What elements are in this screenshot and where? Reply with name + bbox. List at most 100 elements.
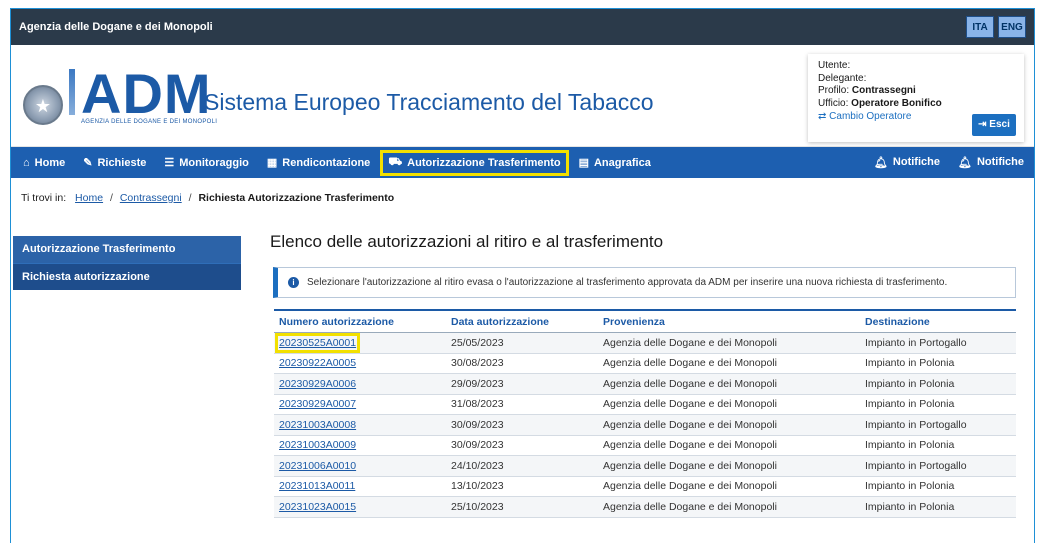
breadcrumb: Ti trovi in: Home / Contrassegni / Richi… xyxy=(21,192,395,204)
calculator-icon: ▦ xyxy=(266,157,278,169)
breadcrumb-home-link[interactable]: Home xyxy=(75,192,103,204)
table-row: 20230525A0001 25/05/2023 Agenzia delle D… xyxy=(274,332,1016,354)
table-cell: Impianto in Polonia xyxy=(860,353,1016,374)
column-header[interactable]: Data autorizzazione xyxy=(446,309,598,333)
bell-icon: 🔔︎ xyxy=(957,156,972,169)
truck-icon: ⛟ xyxy=(388,155,403,168)
nav-richieste[interactable]: ✎ Richieste xyxy=(77,152,152,174)
nav-monitoraggio[interactable]: ☰ Monitoraggio xyxy=(158,152,255,174)
ufficio-value: Operatore Bonifico xyxy=(851,97,942,109)
table-cell: Agenzia delle Dogane e dei Monopoli xyxy=(598,332,860,354)
authorization-link[interactable]: 20231003A0008 xyxy=(279,419,356,431)
table-cell: Agenzia delle Dogane e dei Monopoli xyxy=(598,414,860,436)
authorizations-table: Numero autorizzazione Data autorizzazion… xyxy=(274,309,1016,518)
page-title: Elenco delle autorizzazioni al ritiro e … xyxy=(270,232,664,251)
lang-eng-button[interactable]: ENG xyxy=(998,16,1026,38)
table-cell: Impianto in Polonia xyxy=(860,394,1016,415)
table-cell: Agenzia delle Dogane e dei Monopoli xyxy=(598,373,860,395)
logout-icon: ⇥ xyxy=(978,119,987,130)
table-cell: Agenzia delle Dogane e dei Monopoli xyxy=(598,496,860,518)
edit-icon: ✎ xyxy=(83,157,93,169)
nav-rendicontazione[interactable]: ▦ Rendicontazione xyxy=(261,152,376,174)
agency-name: Agenzia delle Dogane e dei Monopoli xyxy=(19,21,213,33)
logo-text: ADM xyxy=(81,62,212,125)
table-row: 20231003A0009 30/09/2023 Agenzia delle D… xyxy=(274,435,1016,456)
site-title: Sistema Europeo Tracciamento del Tabacco xyxy=(204,89,654,115)
authorization-link[interactable]: 20230525A0001 xyxy=(274,332,361,353)
table-row: 20230922A0005 30/08/2023 Agenzia delle D… xyxy=(274,353,1016,374)
table-cell: Impianto in Polonia xyxy=(860,496,1016,518)
sidebar: Autorizzazione Trasferimento Richiesta a… xyxy=(13,236,241,290)
table-cell: 25/05/2023 xyxy=(446,332,598,354)
authorization-link[interactable]: 20230929A0006 xyxy=(279,378,356,390)
table-row: 20231023A0015 25/10/2023 Agenzia delle D… xyxy=(274,496,1016,518)
sidebar-item-autorizzazione-trasferimento[interactable]: Autorizzazione Trasferimento xyxy=(13,236,241,263)
table-cell: Impianto in Polonia xyxy=(860,373,1016,395)
authorization-link[interactable]: 20231006A0010 xyxy=(279,460,356,472)
table-cell: 13/10/2023 xyxy=(446,476,598,497)
file-icon: ▤ xyxy=(578,157,589,169)
nav-notifiche-2[interactable]: 🔔︎ Notifiche xyxy=(952,151,1030,173)
table-cell: Impianto in Portogallo xyxy=(860,414,1016,436)
list-icon: ☰ xyxy=(164,157,175,169)
table-cell: Impianto in Polonia xyxy=(860,476,1016,497)
main-content: Elenco delle autorizzazioni al ritiro e … xyxy=(270,232,1016,518)
ufficio-label: Ufficio: xyxy=(818,97,849,109)
info-alert: i Selezionare l'autorizzazione al ritiro… xyxy=(273,267,1016,298)
sidebar-item-richiesta-autorizzazione[interactable]: Richiesta autorizzazione xyxy=(13,263,241,290)
top-bar: Agenzia delle Dogane e dei Monopoli ITA … xyxy=(11,9,1034,45)
esci-button[interactable]: ⇥ Esci xyxy=(972,114,1016,136)
breadcrumb-current: Richiesta Autorizzazione Trasferimento xyxy=(198,192,395,204)
table-cell: 31/08/2023 xyxy=(446,394,598,415)
swap-icon: ⇄ xyxy=(818,111,827,122)
lang-ita-button[interactable]: ITA xyxy=(966,16,994,38)
column-header[interactable]: Provenienza xyxy=(598,309,860,333)
table-row: 20231013A0011 13/10/2023 Agenzia delle D… xyxy=(274,476,1016,497)
language-switcher: ITA ENG xyxy=(966,16,1026,38)
breadcrumb-contrassegni-link[interactable]: Contrassegni xyxy=(120,192,182,204)
authorization-link[interactable]: 20231023A0015 xyxy=(279,501,356,513)
table-cell: 30/08/2023 xyxy=(446,353,598,374)
site-header: ADM AGENZIA DELLE DOGANE E DEI MONOPOLI … xyxy=(11,45,1034,147)
utente-label: Utente: xyxy=(818,60,851,71)
home-icon: ⌂ xyxy=(23,156,30,169)
column-header[interactable]: Numero autorizzazione xyxy=(274,309,446,333)
table-cell: Impianto in Portogallo xyxy=(860,332,1016,354)
adm-logo[interactable]: ADM AGENZIA DELLE DOGANE E DEI MONOPOLI xyxy=(23,62,218,125)
authorization-link[interactable]: 20231013A0011 xyxy=(279,480,355,492)
table-cell: Agenzia delle Dogane e dei Monopoli xyxy=(598,394,860,415)
authorization-link[interactable]: 20230922A0005 xyxy=(279,357,356,369)
table-cell: Agenzia delle Dogane e dei Monopoli xyxy=(598,435,860,456)
info-text: Selezionare l'autorizzazione al ritiro e… xyxy=(307,277,948,288)
nav-notifiche-1[interactable]: 🔔︎ Notifiche xyxy=(868,151,946,173)
delegante-label: Delegante: xyxy=(818,72,867,84)
logo-subtitle: AGENZIA DELLE DOGANE E DEI MONOPOLI xyxy=(81,119,218,125)
table-cell: Agenzia delle Dogane e dei Monopoli xyxy=(598,476,860,497)
nav-anagrafica[interactable]: ▤ Anagrafica xyxy=(573,152,657,174)
profilo-label: Profilo: xyxy=(818,85,850,96)
column-header[interactable]: Destinazione xyxy=(860,309,1016,333)
table-cell: Impianto in Polonia xyxy=(860,435,1016,456)
emblem-icon xyxy=(23,85,63,125)
table-cell: Impianto in Portogallo xyxy=(860,455,1016,477)
table-cell: 29/09/2023 xyxy=(446,373,598,395)
nav-autorizzazione-trasferimento[interactable]: ⛟ Autorizzazione Trasferimento xyxy=(380,149,569,176)
table-cell: 30/09/2023 xyxy=(446,414,598,436)
authorization-link[interactable]: 20231003A0009 xyxy=(279,439,356,451)
main-nav: ⌂ Home ✎ Richieste ☰ Monitoraggio ▦ Rendicon… xyxy=(11,147,1034,178)
table-cell: 24/10/2023 xyxy=(446,455,598,477)
table-row: 20231006A0010 24/10/2023 Agenzia delle D… xyxy=(274,455,1016,477)
authorization-link[interactable]: 20230929A0007 xyxy=(279,398,356,410)
nav-home[interactable]: ⌂ Home xyxy=(17,152,71,174)
table-row: 20230929A0006 29/09/2023 Agenzia delle D… xyxy=(274,373,1016,395)
table-cell: Agenzia delle Dogane e dei Monopoli xyxy=(598,455,860,477)
logo-stripe xyxy=(69,69,75,115)
table-header-row: Numero autorizzazione Data autorizzazion… xyxy=(274,309,1016,333)
table-row: 20230929A0007 31/08/2023 Agenzia delle D… xyxy=(274,394,1016,415)
profilo-value: Contrassegni xyxy=(851,85,916,96)
bell-icon: 🔔︎ xyxy=(873,156,888,169)
user-panel: Utente: Delegante: Profilo: Contrassegni… xyxy=(808,54,1024,142)
table-cell: 30/09/2023 xyxy=(446,435,598,456)
table-cell: Agenzia delle Dogane e dei Monopoli xyxy=(598,353,860,374)
table-cell: 25/10/2023 xyxy=(446,496,598,518)
